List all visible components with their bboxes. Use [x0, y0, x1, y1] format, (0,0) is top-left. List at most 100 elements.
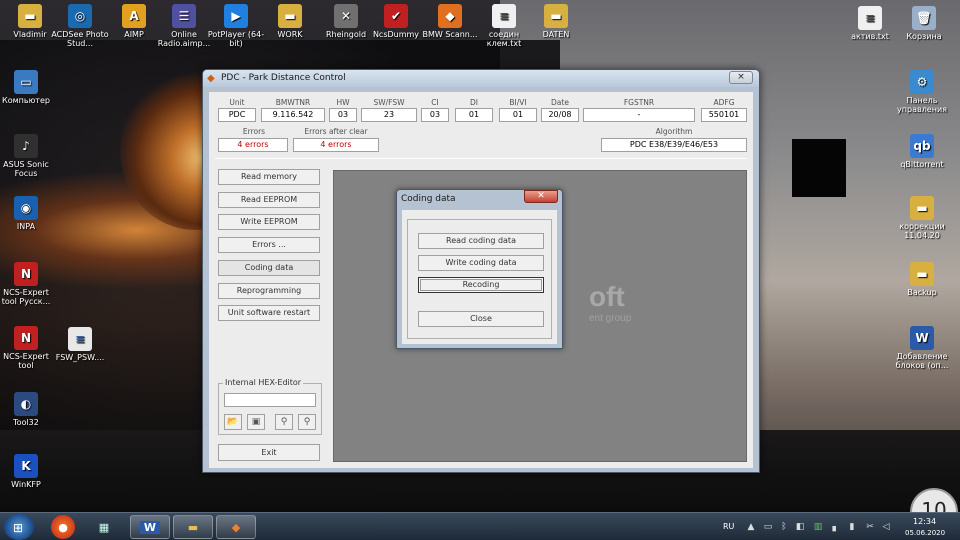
algorithm-value: PDC E38/E39/E46/E53 — [601, 138, 747, 152]
windows-logo-icon: ⊞ — [13, 521, 24, 535]
desktop-icon-label: NCS-Expert tool — [3, 352, 49, 370]
folder-icon: ▬ — [910, 262, 934, 286]
desktop-icon[interactable]: ▭ Компьютер — [0, 70, 56, 105]
write-eeprom-button[interactable]: Write EEPROM — [218, 214, 320, 231]
field-value: - — [583, 108, 695, 122]
dialog-close-action-button[interactable]: Close — [418, 311, 544, 327]
watermark-logo: oft — [589, 281, 625, 312]
desktop-icon[interactable]: K WinKFP — [0, 454, 56, 489]
errors-after-clear-label: Errors after clear — [304, 127, 368, 136]
open-folder-icon[interactable]: 📂 — [224, 414, 242, 430]
errors-after-clear-value: 4 errors — [293, 138, 379, 152]
field-label: BI/VI — [509, 98, 527, 107]
desktop-icon-label: Tool32 — [13, 418, 39, 427]
text-file-icon: ≡ — [858, 6, 882, 30]
desktop-icon-label: Корзина — [906, 32, 942, 41]
volume-icon[interactable]: ◁ — [880, 521, 892, 533]
field-label: FGSTNR — [623, 98, 655, 107]
start-button[interactable]: ⊞ — [4, 514, 34, 540]
recoding-button[interactable]: Recoding — [418, 277, 544, 293]
tool32-icon: ◐ — [14, 392, 38, 416]
taskbar: ⊞ ● ▦ W ▬ ◆ RU ▲ ▭ ᛒ ◧ ▥ ▖ ▮ ✂ ◁ 12:34 0… — [0, 512, 960, 540]
desktop-icon-label: DATEN — [542, 30, 570, 39]
tray-app-icon[interactable]: ▭ — [762, 521, 774, 533]
desktop-icon[interactable]: ◆ BMW Scann... — [420, 4, 480, 39]
desktop-icon[interactable]: W Добавление блоков (оп... — [892, 326, 952, 370]
desktop-icon-label: INPA — [16, 222, 36, 231]
desktop-icon[interactable]: ▬ Backup — [892, 262, 952, 297]
desktop-icon-label: NcsDummy — [372, 30, 420, 39]
desktop-icon-label: FSW_PSW.... — [55, 353, 105, 362]
desktop-icon[interactable]: ▶ PotPlayer (64-bit) — [206, 4, 266, 48]
window-titlebar[interactable]: ◆ PDC - Park Distance Control × — [203, 70, 759, 87]
desktop-icon[interactable]: ☰ Online Radio.aimp... — [154, 4, 214, 48]
desktop-icon[interactable]: ⚙ Панель управления — [892, 70, 952, 114]
field-label: ADFG — [713, 98, 735, 107]
desktop-icon[interactable]: ◐ Tool32 — [0, 392, 56, 427]
window-close-button[interactable]: × — [729, 71, 753, 84]
desktop-icon[interactable]: ✔ NcsDummy — [366, 4, 426, 39]
window-title: PDC - Park Distance Control — [221, 73, 346, 83]
desktop-icon[interactable]: ◎ ACDSee Photo Stud... — [50, 4, 110, 48]
explorer-taskbar-icon[interactable]: ▬ — [173, 515, 213, 539]
desktop-icon[interactable]: ▬ коррекции 11.04.20 — [892, 196, 952, 240]
find-icon[interactable]: ⚲ — [275, 414, 293, 430]
language-indicator[interactable]: RU — [723, 522, 734, 531]
app-icon: ◆ — [207, 73, 215, 84]
desktop-icon[interactable]: qb qBittorrent — [892, 134, 952, 169]
desktop-icon-label: Backup — [907, 288, 937, 297]
read-memory-button[interactable]: Read memory — [218, 169, 320, 185]
ncsdummy-icon: ✔ — [384, 4, 408, 28]
firefox-icon[interactable]: ● — [51, 515, 75, 539]
desktop-icon-fsw-psw[interactable]: ≡ FSW_PSW.... — [50, 327, 110, 362]
dialog-title: Coding data — [401, 194, 456, 204]
write-coding-data-button[interactable]: Write coding data — [418, 255, 544, 271]
desktop-icon[interactable]: ♪ ASUS Sonic Focus — [0, 134, 56, 178]
calculator-icon[interactable]: ▦ — [86, 515, 122, 539]
bluetooth-icon[interactable]: ᛒ — [778, 521, 790, 533]
desktop-icon-label: ASUS Sonic Focus — [3, 160, 49, 178]
find-next-icon[interactable]: ⚲ — [298, 414, 316, 430]
desktop-icon[interactable]: ◉ INPA — [0, 196, 56, 231]
folder-icon: ▬ — [18, 4, 42, 28]
pdc-taskbar-icon[interactable]: ◆ — [216, 515, 256, 539]
read-coding-data-button[interactable]: Read coding data — [418, 233, 544, 249]
recycle-bin-icon: 🗑 — [912, 6, 936, 30]
read-eeprom-button[interactable]: Read EEPROM — [218, 191, 320, 208]
unit-software-restart-button[interactable]: Unit software restart — [218, 305, 320, 322]
hex-editor-input[interactable] — [224, 393, 316, 407]
exit-button[interactable]: Exit — [218, 444, 320, 461]
field-value: 550101 — [701, 108, 747, 122]
reprogramming-button[interactable]: Reprogramming — [218, 282, 320, 299]
field-label: Date — [551, 98, 569, 107]
save-icon[interactable]: ▣ — [247, 414, 265, 430]
battery-icon[interactable]: ▮ — [846, 521, 858, 533]
desktop-icon[interactable]: ≡ соедин клем.txt — [474, 4, 534, 48]
clock-time[interactable]: 12:34 — [913, 517, 936, 526]
field-value: 01 — [499, 108, 537, 122]
dialog-close-button[interactable]: ✕ — [524, 190, 558, 203]
tray-expand-icon[interactable]: ▲ — [745, 521, 757, 533]
errors-button[interactable]: Errors ... — [218, 237, 320, 254]
desktop-icon[interactable]: ≡ актив.txt — [840, 6, 900, 41]
dialog-client: Read coding data Write coding data Recod… — [402, 210, 557, 344]
tray-app-icon[interactable]: ▥ — [812, 521, 824, 533]
rheingold-icon: ✕ — [334, 4, 358, 28]
network-icon[interactable]: ▖ — [830, 521, 842, 533]
word-taskbar-icon[interactable]: W — [130, 515, 170, 539]
tray-app-icon[interactable]: ◧ — [794, 521, 806, 533]
desktop-icon[interactable]: ▬ DATEN — [526, 4, 586, 39]
field-value: PDC — [218, 108, 256, 122]
inpa-icon: ◉ — [14, 196, 38, 220]
potplayer-icon: ▶ — [224, 4, 248, 28]
clock-date[interactable]: 05.06.2020 — [905, 529, 945, 537]
desktop-icon[interactable]: 🗑 Корзина — [894, 6, 954, 41]
desktop-icon[interactable]: ▬ WORK — [260, 4, 320, 39]
desktop-icon[interactable]: N NCS-Expert tool — [0, 326, 56, 370]
desktop-icon-label: Компьютер — [2, 96, 50, 105]
desktop-icon-label: актив.txt — [851, 32, 889, 41]
desktop-icon[interactable]: N NCS-Expert tool Русск... — [0, 262, 56, 306]
coding-data-button[interactable]: Coding data — [218, 259, 320, 276]
tray-app-icon[interactable]: ✂ — [864, 521, 876, 533]
desktop-icon-label: NCS-Expert tool Русск... — [1, 288, 51, 306]
